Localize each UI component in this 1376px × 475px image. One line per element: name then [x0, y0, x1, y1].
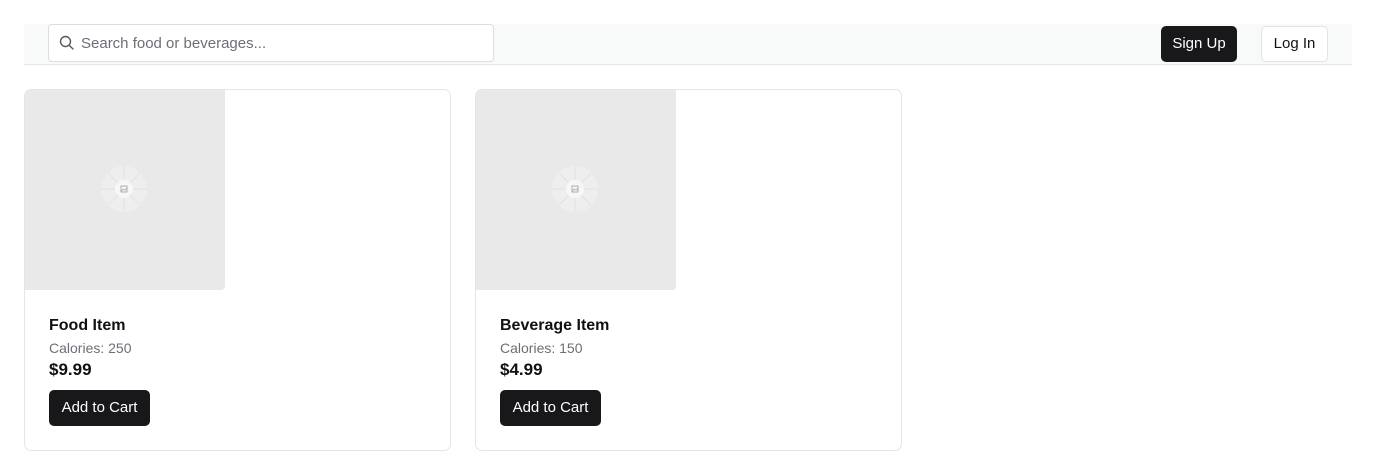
image-placeholder-icon — [552, 166, 598, 212]
product-card: Food Item Calories: 250 $9.99 Add to Car… — [24, 89, 451, 451]
product-calories: Calories: 250 — [49, 340, 132, 356]
product-price: $9.99 — [49, 360, 92, 379]
search-icon — [59, 35, 74, 50]
product-price: $4.99 — [500, 360, 543, 379]
log-in-button[interactable]: Log In — [1261, 26, 1328, 62]
product-image — [25, 90, 225, 290]
product-card: Beverage Item Calories: 150 $4.99 Add to… — [475, 89, 902, 451]
image-placeholder-icon — [101, 166, 147, 212]
add-to-cart-button[interactable]: Add to Cart — [500, 390, 601, 426]
sign-up-button[interactable]: Sign Up — [1161, 26, 1237, 62]
product-calories: Calories: 150 — [500, 340, 583, 356]
product-name: Beverage Item — [500, 317, 610, 334]
add-to-cart-button[interactable]: Add to Cart — [49, 390, 150, 426]
product-image — [476, 90, 676, 290]
top-bar: Sign Up Log In — [24, 24, 1352, 65]
search-box[interactable] — [48, 24, 494, 62]
search-input[interactable] — [81, 26, 481, 60]
product-name: Food Item — [49, 317, 126, 334]
